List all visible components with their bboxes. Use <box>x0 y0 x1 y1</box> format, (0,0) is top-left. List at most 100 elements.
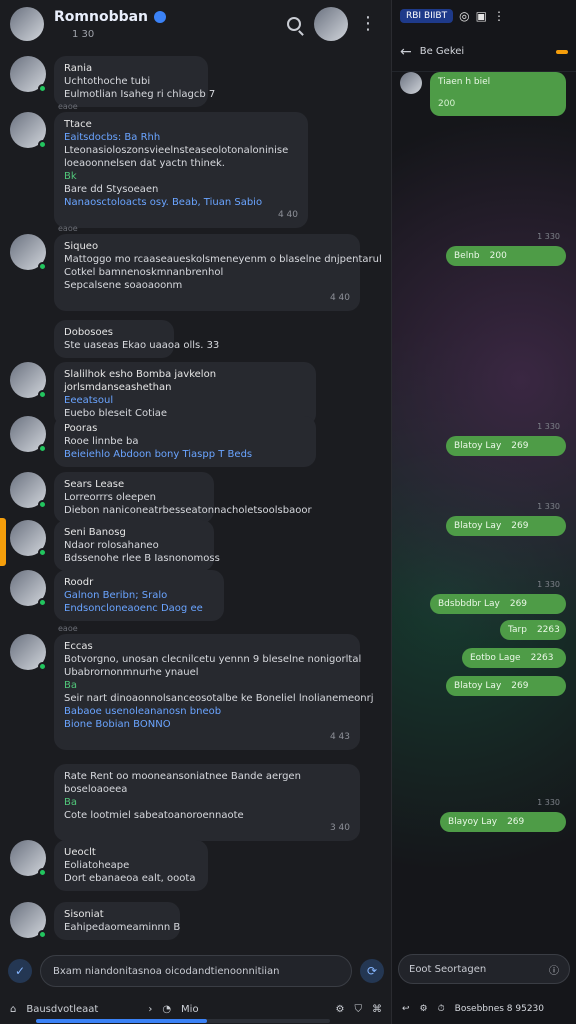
message-item: Sisoniat Eahipedaomeaminnn B <box>10 902 180 940</box>
avatar[interactable] <box>10 112 47 149</box>
message-item: Seni Banosg Ndaor rolosahaneo Bdssenohe … <box>10 520 220 571</box>
online-dot <box>38 84 47 93</box>
message-item: Sears Lease Lorreorrrs oleepen Diebon na… <box>10 472 312 523</box>
home-icon[interactable]: ⌂ <box>10 1004 16 1015</box>
message-item: Roodr Galnon Beribn; Sralo Endsoncloneao… <box>10 570 224 621</box>
date-label: 1 330 <box>537 798 560 807</box>
more-icon[interactable]: ⋮ <box>493 9 505 23</box>
profile-avatar[interactable] <box>10 7 44 41</box>
brand-badge: RBI BIIBT <box>400 9 454 23</box>
right-bottom-bar: ↩ ⚙ ⏱ Bosebbnes 8 95230 <box>392 994 576 1024</box>
sender-name: Rania <box>64 63 93 74</box>
message-line: Bare dd Stysoeaen <box>64 184 159 195</box>
contact-avatar[interactable] <box>400 72 422 94</box>
message-bubble[interactable]: Dobosoes Ste uaseas Ekao uaaoa olls. 33 <box>54 320 219 358</box>
message-bubble[interactable]: Rate Rent oo mooneansoniatnee Bande aerg… <box>54 764 360 841</box>
shield-icon[interactable]: ⛉ <box>355 1004 363 1015</box>
avatar[interactable] <box>10 472 47 509</box>
avatar[interactable] <box>10 570 47 607</box>
message-bubble[interactable]: Rania Uchtothoche tubi Eulmotlian Isaheg… <box>54 56 215 107</box>
app-subtitle: 1 30 <box>54 29 280 40</box>
message-bubble[interactable]: Eccas Botvorgno, unosan clecnilcetu yenn… <box>54 634 373 750</box>
top-bar: Romnobban 1 30 ⋮ <box>0 0 392 48</box>
window-icon[interactable]: ▣ <box>476 9 487 23</box>
avatar[interactable] <box>10 416 47 453</box>
active-indicator <box>0 518 6 566</box>
settings-icon[interactable]: ⚙ <box>336 1004 345 1015</box>
message-input[interactable]: Bxam niandonitasnoa oicodandtienoonnitii… <box>40 955 352 987</box>
back-icon[interactable]: ↩ <box>402 1004 410 1014</box>
avatar[interactable] <box>10 902 47 939</box>
avatar[interactable] <box>10 520 47 557</box>
message-bubble[interactable]: Ueoclt Eoliatoheape Dort ebanaeoa ealt, … <box>54 840 208 891</box>
outgoing-message[interactable]: Blatoy Lay 269 <box>446 436 566 456</box>
message-item: Pooras Rooe linnbe ba Beieiehlo Abdoon b… <box>10 416 316 467</box>
composer: ✓ Bxam niandonitasnoa oicodandtienoonnit… <box>0 948 392 994</box>
message-line: Nanaosctoloacts osy. Beab, Tiuan Sabio <box>64 197 263 208</box>
chat-list: Rania Uchtothoche tubi Eulmotlian Isaheg… <box>0 48 392 948</box>
message-bubble[interactable]: Seni Banosg Ndaor rolosahaneo Bdssenohe … <box>54 520 220 571</box>
verified-icon <box>154 10 167 23</box>
left-pane: Romnobban 1 30 ⋮ Rania Uchtothoche tubi … <box>0 0 392 1024</box>
date-label: 1 330 <box>537 580 560 589</box>
avatar[interactable] <box>10 234 47 271</box>
conversation-title: Be Gekei <box>419 46 465 57</box>
badge <box>556 49 568 54</box>
message-bubble[interactable]: Pooras Rooe linnbe ba Beieiehlo Abdoon b… <box>54 416 316 467</box>
avatar[interactable] <box>10 840 47 877</box>
message-bubble[interactable]: Sisoniat Eahipedaomeaminnn B <box>54 902 180 940</box>
outgoing-message[interactable]: Eotbo Lage 2263 <box>462 648 566 668</box>
message-bubble[interactable]: Ttace Eaitsdocbs: Ba Rhh Lteonasioloszon… <box>54 112 308 228</box>
message-bubble[interactable]: Sears Lease Lorreorrrs oleepen Diebon na… <box>54 472 312 523</box>
date-label: 1 330 <box>537 502 560 511</box>
outgoing-message[interactable]: Tiaen h biel 200 <box>430 72 566 116</box>
right-message-input[interactable]: Eoot Seortagen ⓘ <box>398 954 570 984</box>
chat-icon[interactable]: ◔ <box>162 1004 171 1015</box>
message-bubble[interactable]: Siqueo Mattoggo mo rcaaseaueskolsmeneyen… <box>54 234 382 311</box>
title-block: Romnobban 1 30 <box>54 9 280 40</box>
scroll-progress <box>36 1019 330 1023</box>
outgoing-message[interactable]: Blayoy Lay 269 <box>440 812 566 832</box>
message-item: Dobosoes Ste uaseas Ekao uaaoa olls. 33 <box>10 320 219 358</box>
back-arrow-icon[interactable]: ← <box>400 44 412 60</box>
scroll-progress-fill <box>36 1019 207 1023</box>
avatar[interactable] <box>10 56 47 93</box>
message-item: Rania Uchtothoche tubi Eulmotlian Isaheg… <box>10 56 215 107</box>
message-line: loeaoonnelsen dat yactn thinek. <box>64 158 225 169</box>
more-options-icon[interactable]: ⋮ <box>354 10 382 38</box>
clock-icon[interactable]: ⏱ <box>438 1004 445 1014</box>
message-bubble[interactable]: Roodr Galnon Beribn; Sralo Endsoncloneao… <box>54 570 224 621</box>
status-circle-icon[interactable]: ◎ <box>459 9 469 23</box>
outgoing-message[interactable]: Belnb 200 <box>446 246 566 266</box>
outgoing-message[interactable]: Blatoy Lay 269 <box>446 676 566 696</box>
date-divider: eaoe <box>58 102 78 111</box>
contact-avatar[interactable] <box>314 7 348 41</box>
send-button[interactable]: ⟳ <box>360 959 384 983</box>
date-label: 1 330 <box>537 422 560 431</box>
message-item: Ueoclt Eoliatoheape Dort ebanaeoa ealt, … <box>10 840 208 891</box>
message-line: Uchtothoche tubi <box>64 76 151 87</box>
outgoing-message[interactable]: Bdsbbdbr Lay 269 <box>430 594 566 614</box>
voice-button[interactable]: ✓ <box>8 959 32 983</box>
outgoing-message[interactable]: Tarp 2263 <box>500 620 566 640</box>
avatar[interactable] <box>10 362 47 399</box>
search-button[interactable] <box>280 10 308 38</box>
app-root: Romnobban 1 30 ⋮ Rania Uchtothoche tubi … <box>0 0 576 1024</box>
search-icon <box>287 17 301 31</box>
info-icon[interactable]: ⓘ <box>549 962 559 977</box>
right-pane: RBI BIIBT ◎ ▣ ⋮ ← Be Gekei Tiaen h biel … <box>392 0 576 1024</box>
tool-icon[interactable]: ⌘ <box>372 1004 382 1015</box>
bottom-label: Bausdvotleaat <box>26 1003 99 1015</box>
message-time: 4 40 <box>277 210 298 220</box>
outgoing-message[interactable]: Blatoy Lay 269 <box>446 516 566 536</box>
message-line: Eaitsdocbs: Ba Rhh <box>64 132 161 143</box>
settings-icon[interactable]: ⚙ <box>420 1004 428 1014</box>
chevron-right-icon[interactable]: › <box>148 1004 152 1015</box>
date-divider: eaoe <box>58 624 78 633</box>
right-top-bar: RBI BIIBT ◎ ▣ ⋮ <box>392 0 576 32</box>
avatar[interactable] <box>10 634 47 671</box>
date-divider: eaoe <box>58 224 78 233</box>
message-item: Siqueo Mattoggo mo rcaaseaueskolsmeneyen… <box>10 234 382 311</box>
message-line: Lteonasioloszonsvieelnsteaseolotonalonin… <box>64 145 289 156</box>
bottom-tab[interactable]: Mio <box>181 1004 199 1015</box>
